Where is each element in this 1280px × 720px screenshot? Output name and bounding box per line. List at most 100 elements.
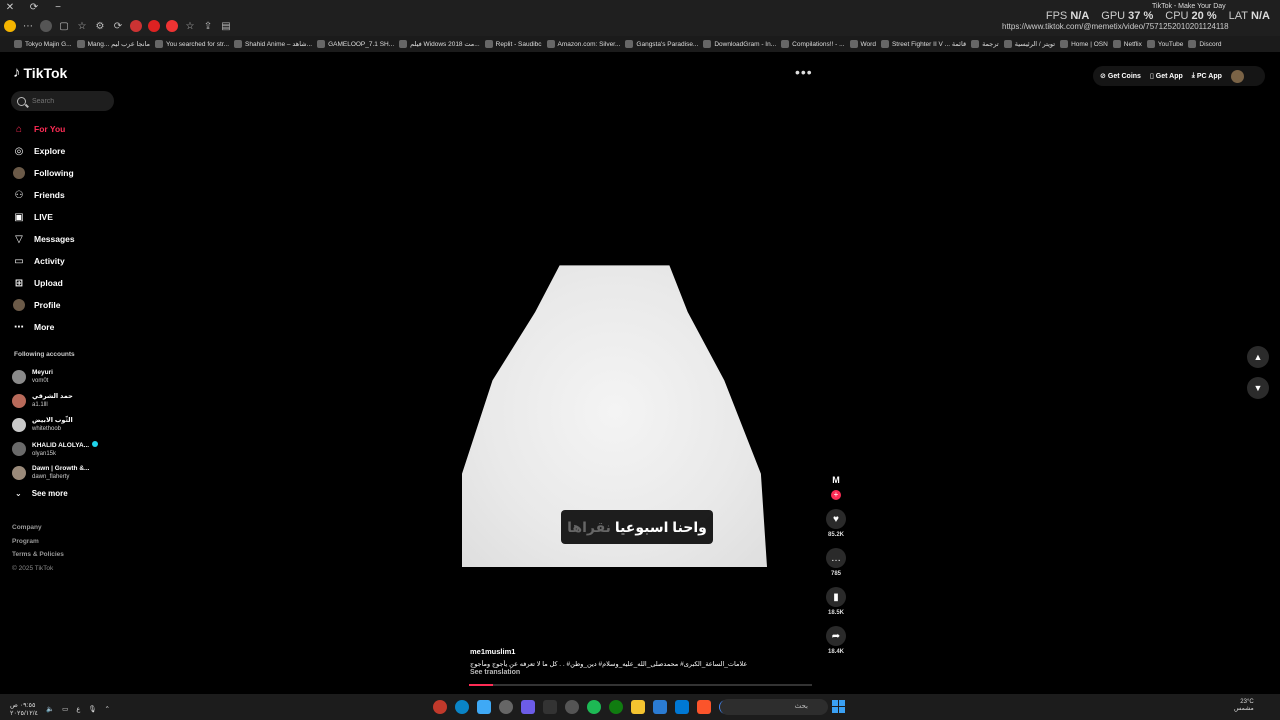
previous-video-button[interactable]: ▲ [1247, 346, 1269, 368]
bookmark-item[interactable]: GAMELOOP_7.1 SH... [317, 40, 394, 48]
account-handle: a1.1lll [32, 402, 48, 408]
favorite-icon[interactable]: ☆ [76, 20, 88, 32]
next-video-button[interactable]: ▼ [1247, 377, 1269, 399]
mic-icon[interactable]: 🎙 [88, 705, 96, 713]
following-account[interactable]: Dawn | Growth &... dawn_flaherty [12, 461, 122, 485]
follow-plus-icon[interactable]: + [831, 490, 841, 500]
video-progress-bar[interactable] [469, 684, 812, 686]
share-icon[interactable]: ⇪ [202, 20, 214, 32]
footer-terms-link[interactable]: Terms & Policies [12, 548, 64, 562]
app-icon-4[interactable] [499, 700, 513, 714]
close-tab-icon[interactable]: ✕ [4, 2, 16, 14]
following-account[interactable]: Meyuri vom0t [12, 365, 122, 389]
sidebar-item-upload[interactable]: ⊞ Upload [13, 272, 123, 294]
adblock-icon[interactable] [148, 20, 160, 32]
bookmark-item[interactable]: Amazon.com: Silver... [546, 40, 620, 48]
taskbar-search[interactable]: بحث [720, 699, 828, 715]
sidebar-item-more[interactable]: ⋯ More [13, 316, 123, 338]
following-account[interactable]: الثّوب الابيض whitethoob [12, 413, 122, 437]
app-icon-3[interactable] [477, 700, 491, 714]
bookmark-item[interactable]: Tokyo Majin G... [14, 40, 72, 48]
extensions-icon[interactable]: ⚙ [94, 20, 106, 32]
sidebar-item-profile[interactable]: Profile [13, 294, 123, 316]
bookmark-item[interactable]: DownloadGram - In... [703, 40, 776, 48]
bookmark-item[interactable]: Compilations!! - ... [781, 40, 845, 48]
video-author[interactable]: me1muslim1 [470, 647, 515, 656]
sidebar-item-explore[interactable]: ◎ Explore [13, 140, 123, 162]
following-account[interactable]: KHALID ALOLYA... olyan15k [12, 437, 122, 461]
reload-icon[interactable]: ⟳ [28, 2, 40, 14]
see-more-button[interactable]: ⌄ See more [15, 489, 68, 498]
bookmark-item[interactable]: تويتر / الرئيسية [1003, 40, 1055, 48]
video-more-options-icon[interactable]: ••• [795, 64, 813, 80]
active-tab-title[interactable]: TikTok - Make Your Day [1152, 3, 1226, 10]
app-icon-12[interactable] [675, 700, 689, 714]
bookmark-item[interactable]: Replit - Saudibc [484, 40, 542, 48]
minimize-icon[interactable]: − [52, 2, 64, 14]
see-translation-link[interactable]: See translation [470, 669, 520, 676]
get-app-button[interactable]: ▯ Get App [1150, 72, 1183, 81]
refresh-icon[interactable]: ⟳ [112, 20, 124, 32]
app-icon-5[interactable] [521, 700, 535, 714]
bookmark-item[interactable]: Street Fighter II V ... قائمة [880, 40, 966, 48]
bookmark-item[interactable]: Shahid Anime – شاهد... [234, 40, 312, 48]
tray-up-icon[interactable]: ⌃ [104, 705, 109, 713]
edge-icon[interactable] [455, 700, 469, 714]
spotify-icon[interactable] [587, 700, 601, 714]
app-icon-7[interactable] [565, 700, 579, 714]
bookmark-item[interactable]: Word [849, 40, 876, 48]
bookmark-item[interactable]: Mang... مانجا عرب ليم [76, 40, 150, 48]
collections-icon[interactable]: ▤ [220, 20, 232, 32]
profile-icon[interactable] [40, 20, 52, 32]
bookmark-item[interactable]: Home | OSN [1060, 40, 1108, 48]
file-explorer-icon[interactable] [631, 700, 645, 714]
bookmark-item[interactable]: ترجمة [971, 40, 999, 48]
extension-pin-icon[interactable] [166, 20, 178, 32]
bookmark-item[interactable]: Discord [1188, 40, 1221, 48]
search-bar[interactable] [11, 91, 114, 111]
menu-dots-icon[interactable]: ⋯ [22, 20, 34, 32]
save-button[interactable]: ▮ [826, 587, 846, 607]
footer-company-link[interactable]: Company [12, 521, 64, 535]
bookmark-item[interactable]: Gangsta's Paradise... [625, 40, 698, 48]
tiktok-logo[interactable]: ♪ TikTok [13, 64, 67, 81]
sidebar-item-for-you[interactable]: ⌂ For You [13, 118, 123, 140]
search-input[interactable] [32, 97, 112, 105]
sidebar-item-live[interactable]: ▣ LIVE [13, 206, 123, 228]
bookmark-favicon-icon [546, 40, 555, 48]
user-avatar[interactable] [1230, 69, 1244, 83]
brave-icon[interactable] [697, 700, 711, 714]
xbox-icon[interactable] [609, 700, 623, 714]
tabs-icon[interactable]: ▢ [58, 20, 70, 32]
chevron-down-icon: ⌄ [15, 489, 22, 498]
network-icon[interactable]: ▭ [62, 705, 68, 713]
volume-icon[interactable]: 🔈 [46, 705, 54, 713]
sidebar-item-following[interactable]: Following [13, 162, 123, 184]
comment-button[interactable]: … [826, 548, 846, 568]
following-account[interactable]: حمد الشرقي a1.1lll [12, 389, 122, 413]
get-coins-button[interactable]: ⊘ Get Coins [1100, 72, 1141, 81]
pc-app-button[interactable]: ⤓ PC App [1192, 72, 1222, 80]
footer-program-link[interactable]: Program [12, 535, 64, 549]
bookmark-item[interactable]: You searched for str... [155, 40, 229, 48]
profile-avatar-icon [13, 299, 25, 311]
bookmark-item[interactable]: YouTube [1146, 40, 1183, 48]
start-button[interactable] [832, 700, 845, 713]
app-icon-1[interactable] [433, 700, 447, 714]
sidebar-item-activity[interactable]: ▭ Activity [13, 250, 123, 272]
app-icon-6[interactable] [543, 700, 557, 714]
browser-logo-icon[interactable] [4, 20, 16, 32]
language-icon[interactable]: ع [76, 705, 80, 713]
bookmark-item[interactable]: فيلم Widows 2018 مت... [399, 40, 480, 48]
bookmark-star-icon[interactable]: ☆ [184, 20, 196, 32]
extension-red-icon[interactable] [130, 20, 142, 32]
weather-widget[interactable]: 23°C مشمس [1234, 699, 1254, 713]
address-bar[interactable]: https://www.tiktok.com/@memetix/video/75… [1002, 22, 1229, 31]
sidebar-item-friends[interactable]: ⚇ Friends [13, 184, 123, 206]
bookmark-item[interactable]: Netflix [1112, 40, 1142, 48]
app-icon-11[interactable] [653, 700, 667, 714]
share-button[interactable]: ➦ [826, 626, 846, 646]
sidebar-item-messages[interactable]: ▽ Messages [13, 228, 123, 250]
creator-avatar[interactable]: M [828, 475, 844, 489]
like-button[interactable]: ♥ [826, 509, 846, 529]
